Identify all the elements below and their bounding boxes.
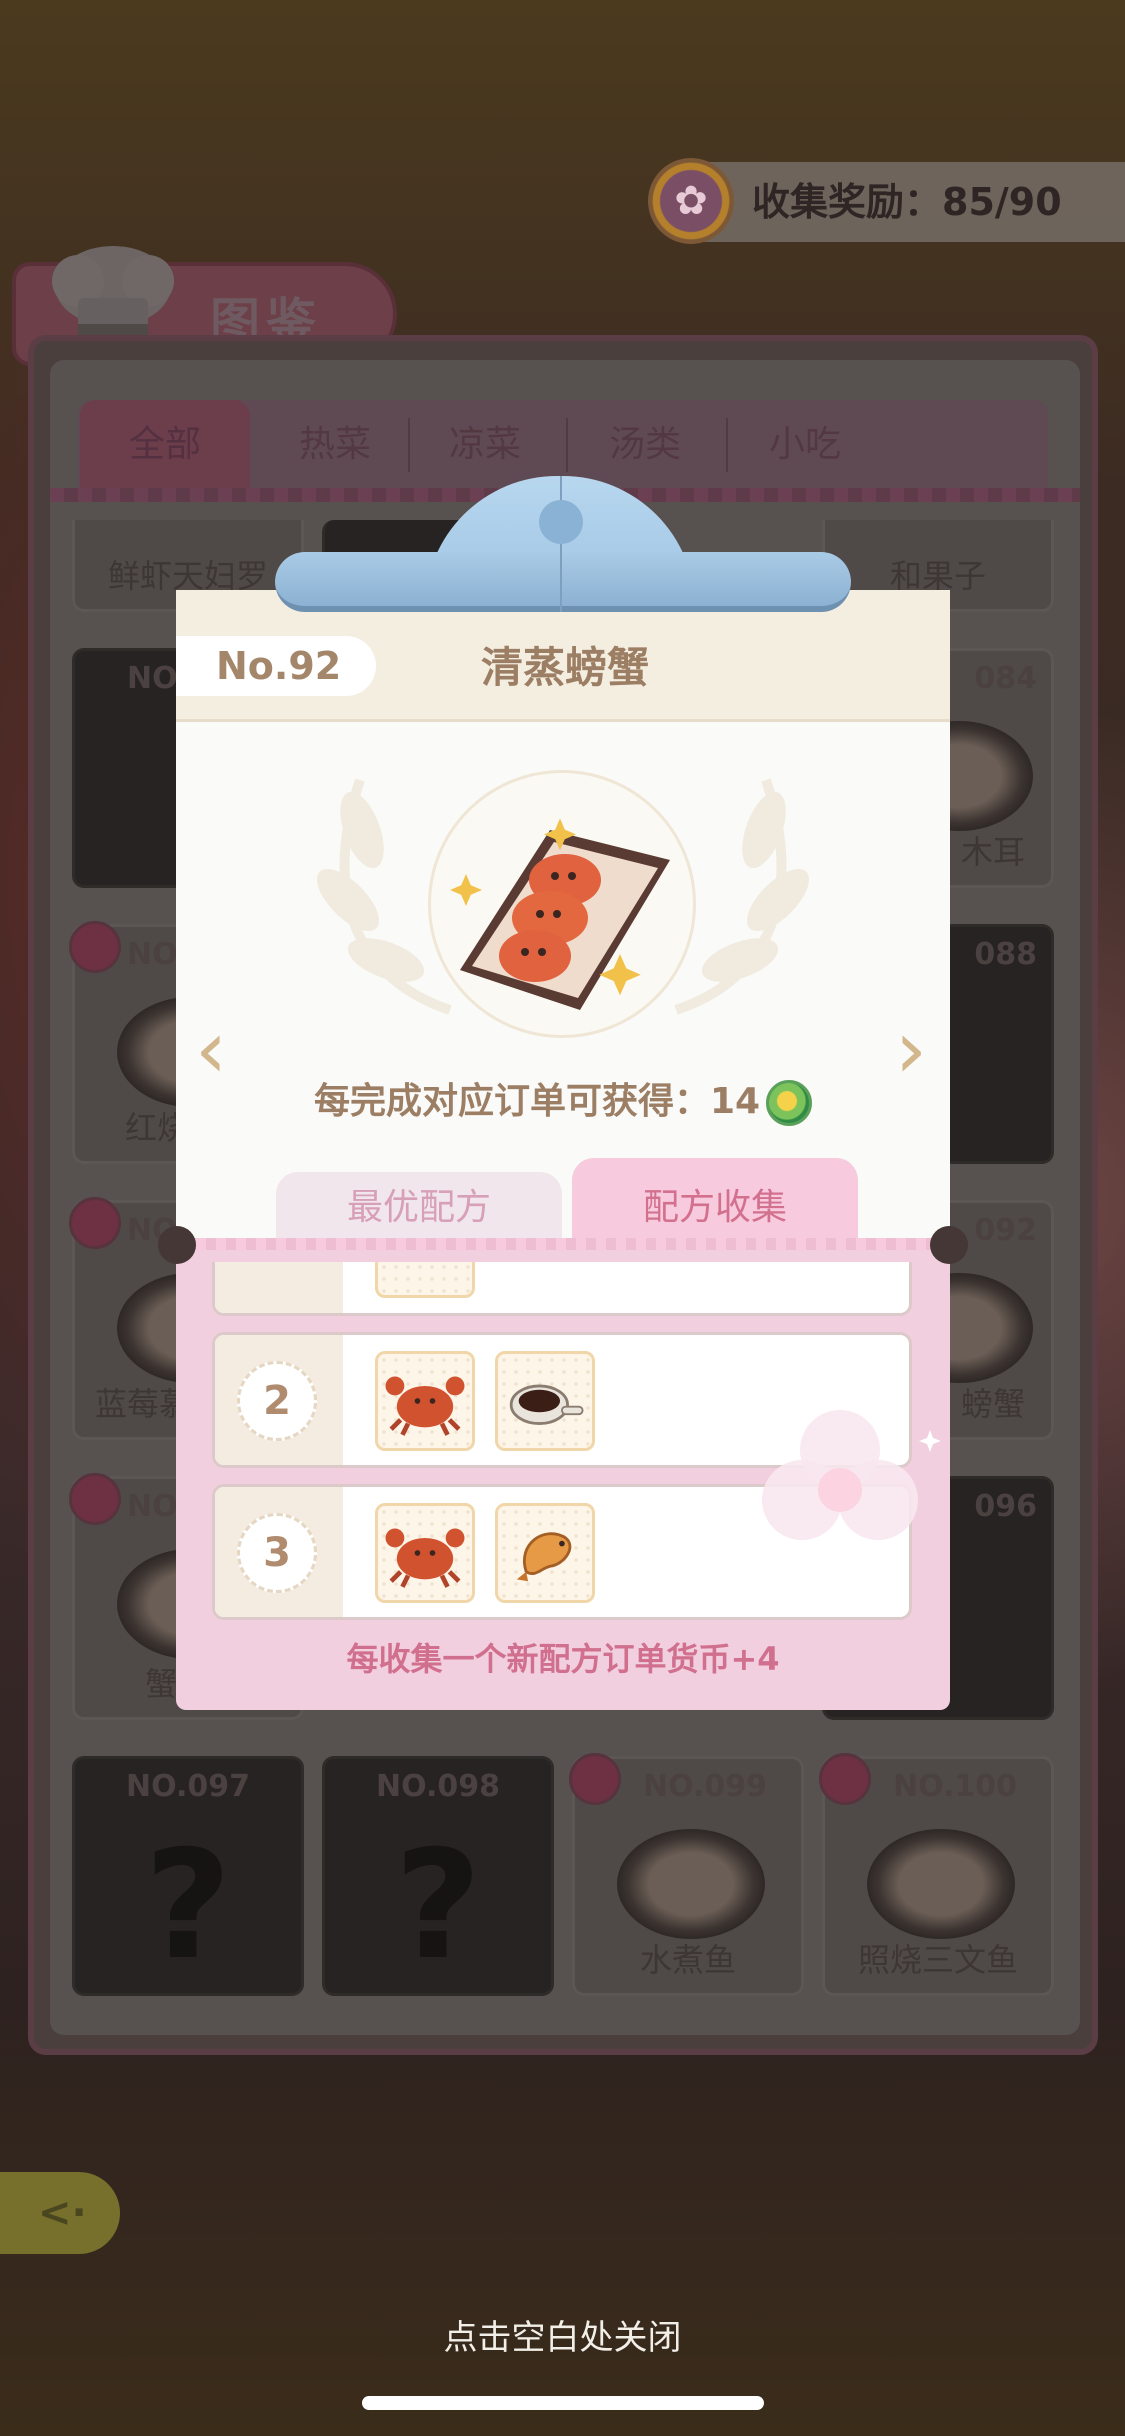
- recipe-number: 3: [237, 1513, 317, 1593]
- notch-right: [930, 1226, 968, 1264]
- gift-icon[interactable]: ✿: [648, 158, 734, 244]
- recipe-number: 2: [237, 1361, 317, 1441]
- crab-icon: [375, 1503, 475, 1603]
- dish-card[interactable]: NO.100 照烧三文鱼: [819, 1753, 1054, 1996]
- clipboard-clip-base: [275, 552, 851, 612]
- collection-bonus-note: 每收集一个新配方订单货币+4: [346, 1640, 780, 1678]
- order-reward-line: 每完成对应订单可获得：14: [176, 1072, 950, 1132]
- ingredient-slot: [375, 1262, 475, 1298]
- dish-card-number: NO.100: [893, 1769, 1017, 1804]
- shrimp-icon: [495, 1503, 595, 1603]
- tab-hot-dishes[interactable]: 热菜: [260, 400, 410, 490]
- dish-card-number: NO.099: [643, 1769, 767, 1804]
- tab-all[interactable]: 全部: [80, 400, 250, 490]
- locked-question-icon: ?: [394, 1819, 482, 1993]
- dish-title: 清蒸螃蟹: [480, 643, 649, 692]
- dish-card-locked[interactable]: NO.098 ?: [322, 1756, 554, 1996]
- recipe-number-column: [215, 1262, 343, 1313]
- locked-question-icon: ?: [144, 1819, 232, 1993]
- steamed-crab-dish-image: [450, 818, 670, 1010]
- dish-card-locked[interactable]: NO.097 ?: [72, 1756, 304, 1996]
- tab-divider: [726, 418, 728, 472]
- tab-snacks[interactable]: 小吃: [730, 400, 880, 490]
- dish-image: [867, 1829, 1015, 1939]
- tab-soups[interactable]: 汤类: [570, 400, 720, 490]
- crab-icon: [375, 1351, 475, 1451]
- dish-card-name: 水煮鱼: [639, 1941, 736, 1979]
- back-arrow-icon: <·: [38, 2190, 87, 2236]
- dish-image: [617, 1829, 765, 1939]
- clipboard-clip-seam: [560, 476, 562, 612]
- sparkle-decor-icon: [762, 1410, 940, 1540]
- tab-best-recipe[interactable]: 最优配方: [276, 1172, 562, 1244]
- recipe-row: [212, 1262, 912, 1316]
- tab-divider: [566, 418, 568, 472]
- home-indicator[interactable]: [362, 2396, 764, 2410]
- dish-card-name: 照烧三文鱼: [857, 1941, 1018, 1979]
- collect-reward-label: 收集奖励：85/90: [752, 180, 1062, 224]
- tear-edge-decor: [176, 1238, 950, 1250]
- tab-recipe-collection[interactable]: 配方收集: [572, 1158, 858, 1244]
- clipboard-clip-hole: [539, 500, 583, 544]
- soy-sauce-icon: [495, 1351, 595, 1451]
- dish-number-label: No.92: [176, 636, 376, 696]
- dish-card-number: NO.097: [126, 1769, 250, 1804]
- order-reward-text: 每完成对应订单可获得：14: [313, 1081, 761, 1122]
- dish-card-number: NO.098: [376, 1769, 500, 1804]
- tap-to-close-hint[interactable]: 点击空白处关闭: [0, 2310, 1125, 2359]
- coin-icon: [766, 1080, 813, 1126]
- dish-card[interactable]: NO.099 水煮鱼: [569, 1753, 804, 1996]
- notch-left: [158, 1226, 196, 1264]
